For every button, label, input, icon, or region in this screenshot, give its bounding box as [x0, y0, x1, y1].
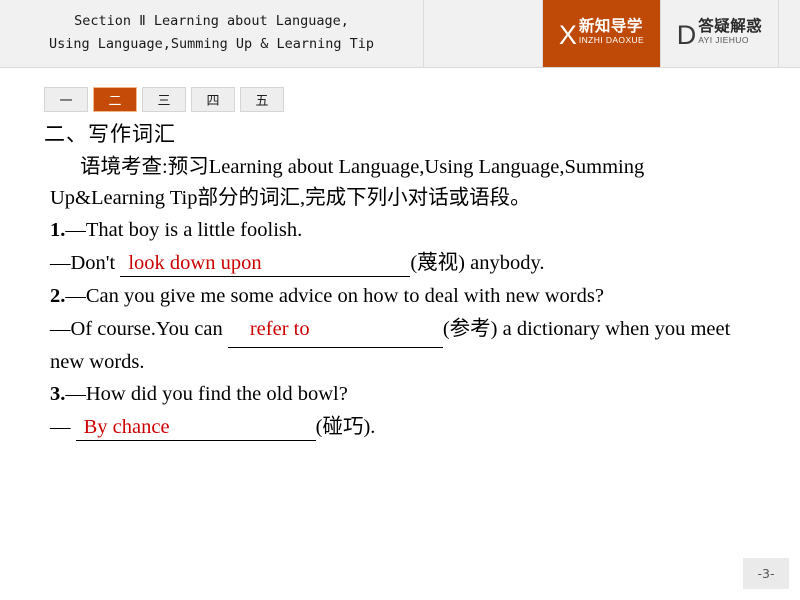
badge-text-group: 新知导学 INZHI DAOXUE [578, 17, 645, 45]
badge-label-cn: 答疑解惑 [698, 17, 763, 35]
page-number: -3- [743, 558, 789, 589]
badge-xinzhi-daoxue[interactable]: X 新知导学 INZHI DAOXUE [543, 0, 661, 67]
badge-inner: X 新知导学 INZHI DAOXUE [558, 17, 645, 50]
badge-dayi-jiehuo[interactable]: D 答疑解惑 AYI JIEHUO [661, 0, 779, 67]
badge-label-cn: 新知导学 [578, 17, 643, 35]
question-3-number: 3. [50, 383, 66, 406]
question-3-answer-prefix: — [50, 416, 76, 439]
badge-label-en: INZHI DAOXUE [578, 35, 645, 45]
tab-4[interactable]: 四 [191, 87, 235, 112]
question-2: 2.—Can you give me some advice on how to… [50, 280, 740, 378]
badge-letter-x: X [558, 19, 577, 50]
question-2-line-2: —Of course.You can refer to (参考) a dictio… [50, 313, 740, 379]
tab-5[interactable]: 五 [240, 87, 284, 112]
question-3-blank[interactable]: By chance [75, 416, 316, 441]
tab-2[interactable]: 二 [93, 87, 137, 112]
question-1-answer-prefix: —Don't [50, 252, 121, 275]
question-2-answer-prefix: —Of course.You can [50, 317, 228, 340]
question-1-number: 1. [50, 219, 66, 242]
intro-paragraph: 语境考查:预习Learning about Language,Using Lan… [50, 156, 645, 210]
badge-label-en: AYI JIEHUO [698, 35, 749, 45]
header-spacer [424, 0, 543, 67]
main-content: 二、写作词汇 语境考查:预习Learning about Language,Us… [0, 118, 800, 444]
question-3-line-2: — By chance (碰巧). [50, 411, 740, 444]
question-1-prompt: —That boy is a little foolish. [65, 219, 303, 242]
question-3-line-1: 3.—How did you find the old bowl? [50, 378, 740, 411]
badge-inner: D 答疑解惑 AYI JIEHUO [676, 17, 763, 50]
question-3-prompt: —How did you find the old bowl? [65, 383, 348, 406]
question-2-blank[interactable]: refer to [227, 318, 443, 348]
badge-letter-d: D [676, 19, 697, 50]
question-2-prompt: —Can you give me some advice on how to d… [65, 284, 604, 307]
question-2-line-1: 2.—Can you give me some advice on how to… [50, 280, 740, 313]
question-3: 3.—How did you find the old bowl? — By c… [50, 378, 740, 444]
question-1-blank[interactable]: look down upon [120, 252, 411, 277]
tab-strip: 一 二 三 四 五 [44, 87, 284, 112]
tab-1[interactable]: 一 [44, 87, 88, 112]
question-1: 1.—That boy is a little foolish. —Don't … [50, 214, 740, 280]
header-tail [779, 0, 800, 67]
header-title-cell: Section Ⅱ Learning about Language, Using… [0, 0, 424, 67]
question-1-line-2: —Don't look down upon (蔑视) anybody. [50, 247, 740, 280]
question-3-answer-suffix: (碰巧). [315, 416, 376, 439]
question-2-number: 2. [50, 284, 66, 307]
question-1-line-1: 1.—That boy is a little foolish. [50, 214, 740, 247]
tab-3[interactable]: 三 [142, 87, 186, 112]
page-title: Section Ⅱ Learning about Language, Using… [48, 13, 375, 52]
badge-text-group: 答疑解惑 AYI JIEHUO [698, 17, 763, 45]
page-header: Section Ⅱ Learning about Language, Using… [0, 0, 800, 68]
question-1-answer-suffix: (蔑视) anybody. [410, 252, 545, 275]
section-heading: 二、写作词汇 [44, 122, 176, 146]
